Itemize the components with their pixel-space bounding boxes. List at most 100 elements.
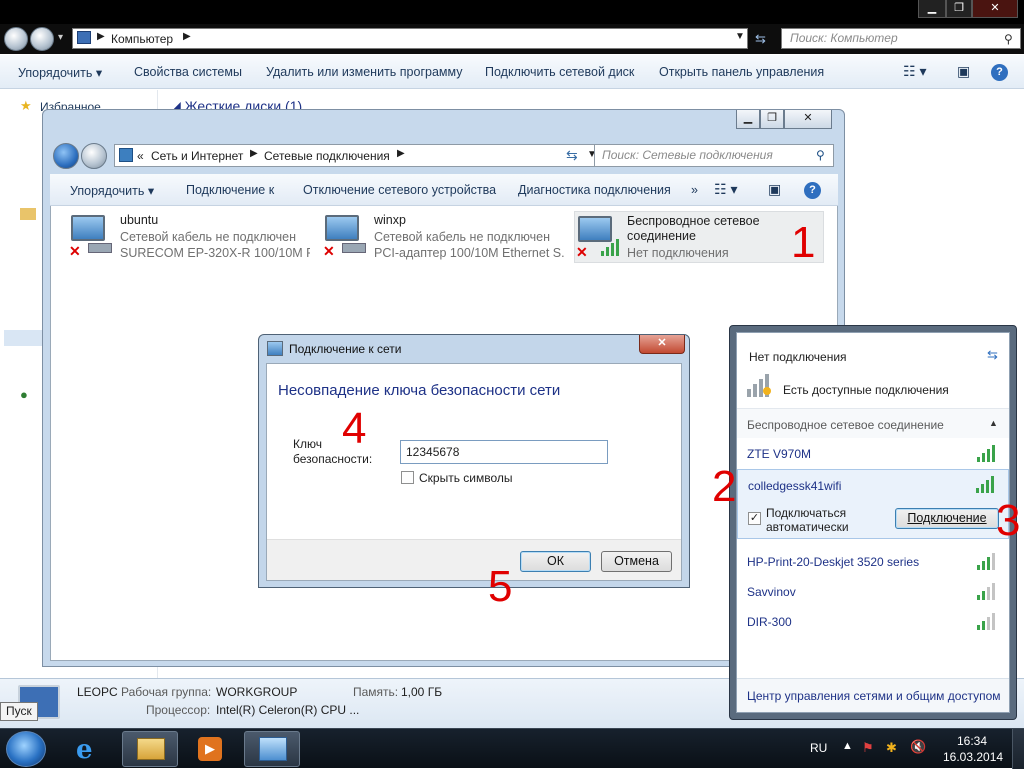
dialog-body: Несовпадение ключа безопасности сети Клю… xyxy=(266,363,682,581)
address-dropdown-icon[interactable]: ▼ xyxy=(735,31,745,42)
map-network-drive-button[interactable]: Подключить сетевой диск xyxy=(485,65,634,79)
view-options-icon[interactable]: ☷ ▾ xyxy=(714,181,737,198)
refresh-icon[interactable]: ⇆ xyxy=(987,347,998,363)
back-button[interactable] xyxy=(53,143,79,169)
auto-connect-checkbox[interactable]: ✓ xyxy=(748,512,761,525)
maximize-button[interactable]: ❐ xyxy=(946,0,972,18)
connect-to-button[interactable]: Подключение к xyxy=(186,183,274,197)
dialog-footer: ОК Отмена xyxy=(267,539,681,580)
media-player-button[interactable]: ▶ xyxy=(182,731,238,767)
wireless-networks-flyout: Нет подключения ⇆ Есть доступные подключ… xyxy=(729,325,1017,720)
memory-label: Память: xyxy=(353,685,399,699)
organize-menu[interactable]: Упорядочить ▾ xyxy=(18,65,102,80)
uninstall-program-button[interactable]: Удалить или изменить программу xyxy=(266,65,463,79)
forward-button[interactable] xyxy=(81,143,107,169)
preview-pane-icon[interactable]: ▣ xyxy=(768,181,781,198)
cpu-label: Процессор: xyxy=(146,703,211,717)
breadcrumb-overflow[interactable]: « xyxy=(137,149,144,163)
hide-characters-checkbox[interactable] xyxy=(401,471,414,484)
explorer-titlebar: ▁ ❐ ✕ xyxy=(0,0,1024,24)
network-name: DIR-300 xyxy=(747,615,792,629)
breadcrumb-arrow-icon: ▶ xyxy=(397,148,405,159)
show-desktop-button[interactable] xyxy=(1012,729,1024,769)
diagnose-connection-button[interactable]: Диагностика подключения xyxy=(518,183,671,197)
minimize-button[interactable]: ▁ xyxy=(736,110,760,129)
wireless-section-header[interactable]: Беспроводное сетевое соединение ▲ xyxy=(737,408,1009,438)
recent-pages-dropdown-icon[interactable]: ▾ xyxy=(58,32,63,43)
connection-wireless[interactable]: ✕ Беспроводное сетевое соединение Нет по… xyxy=(574,211,824,263)
network-sharing-center-link[interactable]: Центр управления сетями и общим доступом xyxy=(747,689,1001,703)
forward-button[interactable] xyxy=(30,27,54,51)
connection-status-text: Нет подключения xyxy=(749,350,847,364)
view-options-icon[interactable]: ☷ ▾ xyxy=(903,63,926,80)
network-search-input[interactable]: Поиск: Сетевые подключения xyxy=(594,144,834,167)
network-colledgessk41wifi-expanded[interactable]: colledgessk41wifi ✓ Подключаться автомат… xyxy=(737,469,1009,539)
connection-ubuntu[interactable]: ✕ ubuntu Сетевой кабель не подключен SUR… xyxy=(68,211,318,263)
security-key-input[interactable]: 12345678 xyxy=(400,440,608,464)
annotation-4: 4 xyxy=(342,404,367,453)
clock-time[interactable]: 16:34 xyxy=(957,734,987,748)
clock-date[interactable]: 16.03.2014 xyxy=(943,750,1003,764)
computer-name: LEOPC xyxy=(77,685,118,699)
network-zte[interactable]: ZTE V970M xyxy=(737,439,1009,468)
close-button[interactable]: ✕ xyxy=(972,0,1018,18)
restore-button[interactable]: ❐ xyxy=(760,110,784,129)
annotation-1: 1 xyxy=(791,218,816,267)
back-button[interactable] xyxy=(4,27,28,51)
connection-name-line2: соединение xyxy=(627,229,696,243)
nav-computer-selected[interactable] xyxy=(4,330,44,346)
network-hp-print[interactable]: HP-Print-20-Deskjet 3520 series xyxy=(737,547,1009,576)
organize-label: Упорядочить xyxy=(18,66,93,80)
help-icon[interactable]: ? xyxy=(991,64,1008,81)
security-key-label-line2: безопасности: xyxy=(293,452,373,466)
system-properties-button[interactable]: Свойства системы xyxy=(134,65,242,79)
organize-label: Упорядочить xyxy=(70,184,145,198)
disconnected-x-icon: ✕ xyxy=(323,243,335,259)
internet-explorer-button[interactable]: e xyxy=(62,731,118,767)
network-dir300[interactable]: DIR-300 xyxy=(737,607,1009,636)
volume-muted-icon[interactable]: 🔇 xyxy=(910,739,926,755)
show-hidden-icons-icon[interactable]: ▲ xyxy=(842,740,853,752)
start-button[interactable] xyxy=(6,731,46,767)
language-indicator[interactable]: RU xyxy=(810,741,827,755)
signal-strength-icon xyxy=(977,553,999,570)
refresh-icon[interactable]: ⇆ xyxy=(755,31,766,47)
connection-status: Сетевой кабель не подключен xyxy=(374,230,550,244)
explorer-search-input[interactable]: Поиск: Компьютер xyxy=(781,28,1021,49)
minimize-button[interactable]: ▁ xyxy=(918,0,946,18)
open-control-panel-button[interactable]: Открыть панель управления xyxy=(659,65,824,79)
toolbar-overflow-button[interactable]: » xyxy=(691,183,698,197)
control-panel-button[interactable] xyxy=(244,731,300,767)
help-icon[interactable]: ? xyxy=(804,182,821,199)
search-icon[interactable]: ⚲ xyxy=(816,148,825,162)
security-key-label: Ключ xyxy=(293,437,322,451)
disable-device-button[interactable]: Отключение сетевого устройства xyxy=(303,183,496,197)
network-icon xyxy=(267,341,283,356)
action-center-flag-icon[interactable]: ⚑ xyxy=(862,740,874,756)
search-icon[interactable]: ⚲ xyxy=(1004,32,1013,46)
close-button[interactable]: ✕ xyxy=(784,110,832,129)
organize-menu[interactable]: Упорядочить ▾ xyxy=(70,183,154,198)
collapse-chevron-icon[interactable]: ▲ xyxy=(989,418,998,428)
explorer-button[interactable] xyxy=(122,731,178,767)
preview-pane-icon[interactable]: ▣ xyxy=(957,63,970,80)
breadcrumb-computer[interactable]: Компьютер xyxy=(111,32,173,46)
cancel-button[interactable]: Отмена xyxy=(601,551,672,572)
breadcrumb-arrow-icon: ▶ xyxy=(97,31,105,42)
breadcrumb-network-connections[interactable]: Сетевые подключения xyxy=(264,149,390,163)
network-name: ZTE V970M xyxy=(747,447,812,461)
connection-device: PCI-адаптер 100/10M Ethernet S... xyxy=(374,246,564,260)
dialog-title: Подключение к сети xyxy=(289,342,402,356)
connect-button[interactable]: Подключение xyxy=(895,508,999,529)
ok-button[interactable]: ОК xyxy=(520,551,591,572)
close-button[interactable]: ✕ xyxy=(639,335,685,354)
address-bar[interactable]: « Сеть и Интернет ▶ Сетевые подключения … xyxy=(114,144,602,167)
refresh-icon[interactable]: ⇆ xyxy=(566,147,578,164)
network-tray-icon[interactable]: ✱ xyxy=(886,740,897,756)
breadcrumb-network-internet[interactable]: Сеть и Интернет xyxy=(151,149,243,163)
connection-winxp[interactable]: ✕ winxp Сетевой кабель не подключен PCI-… xyxy=(322,211,572,263)
address-bar[interactable]: ▶ Компьютер ▶ ▼ xyxy=(72,28,748,49)
network-name: colledgessk41wifi xyxy=(748,479,842,493)
control-panel-icon xyxy=(119,148,133,162)
network-savvinov[interactable]: Savvinov xyxy=(737,577,1009,606)
